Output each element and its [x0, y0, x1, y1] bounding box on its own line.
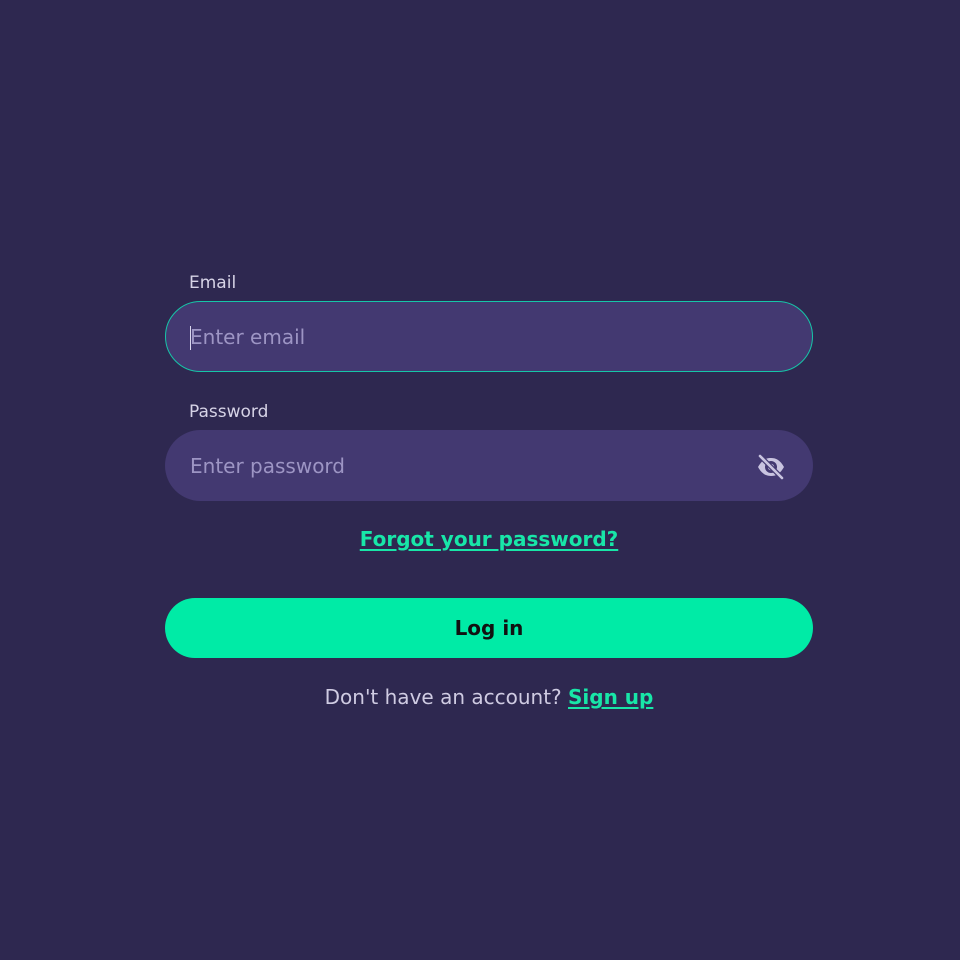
signup-prompt: Don't have an account? [324, 685, 562, 709]
login-form: Email Password [165, 272, 813, 709]
email-field-container [165, 301, 813, 372]
password-group: Password [165, 401, 813, 501]
login-button[interactable]: Log in [165, 598, 813, 658]
password-label: Password [189, 402, 269, 422]
signup-link[interactable]: Sign up [568, 685, 653, 709]
email-group: Email [165, 272, 813, 372]
text-caret [190, 326, 191, 350]
login-screen: Email Password [0, 0, 960, 960]
password-field-container [165, 430, 813, 501]
forgot-password-link[interactable]: Forgot your password? [360, 527, 619, 551]
password-input[interactable] [190, 431, 730, 500]
signup-row: Don't have an account? Sign up [165, 685, 813, 709]
email-label: Email [189, 273, 237, 293]
forgot-password-row: Forgot your password? [165, 527, 813, 557]
email-input[interactable] [190, 302, 730, 371]
eye-off-icon[interactable] [756, 453, 786, 481]
